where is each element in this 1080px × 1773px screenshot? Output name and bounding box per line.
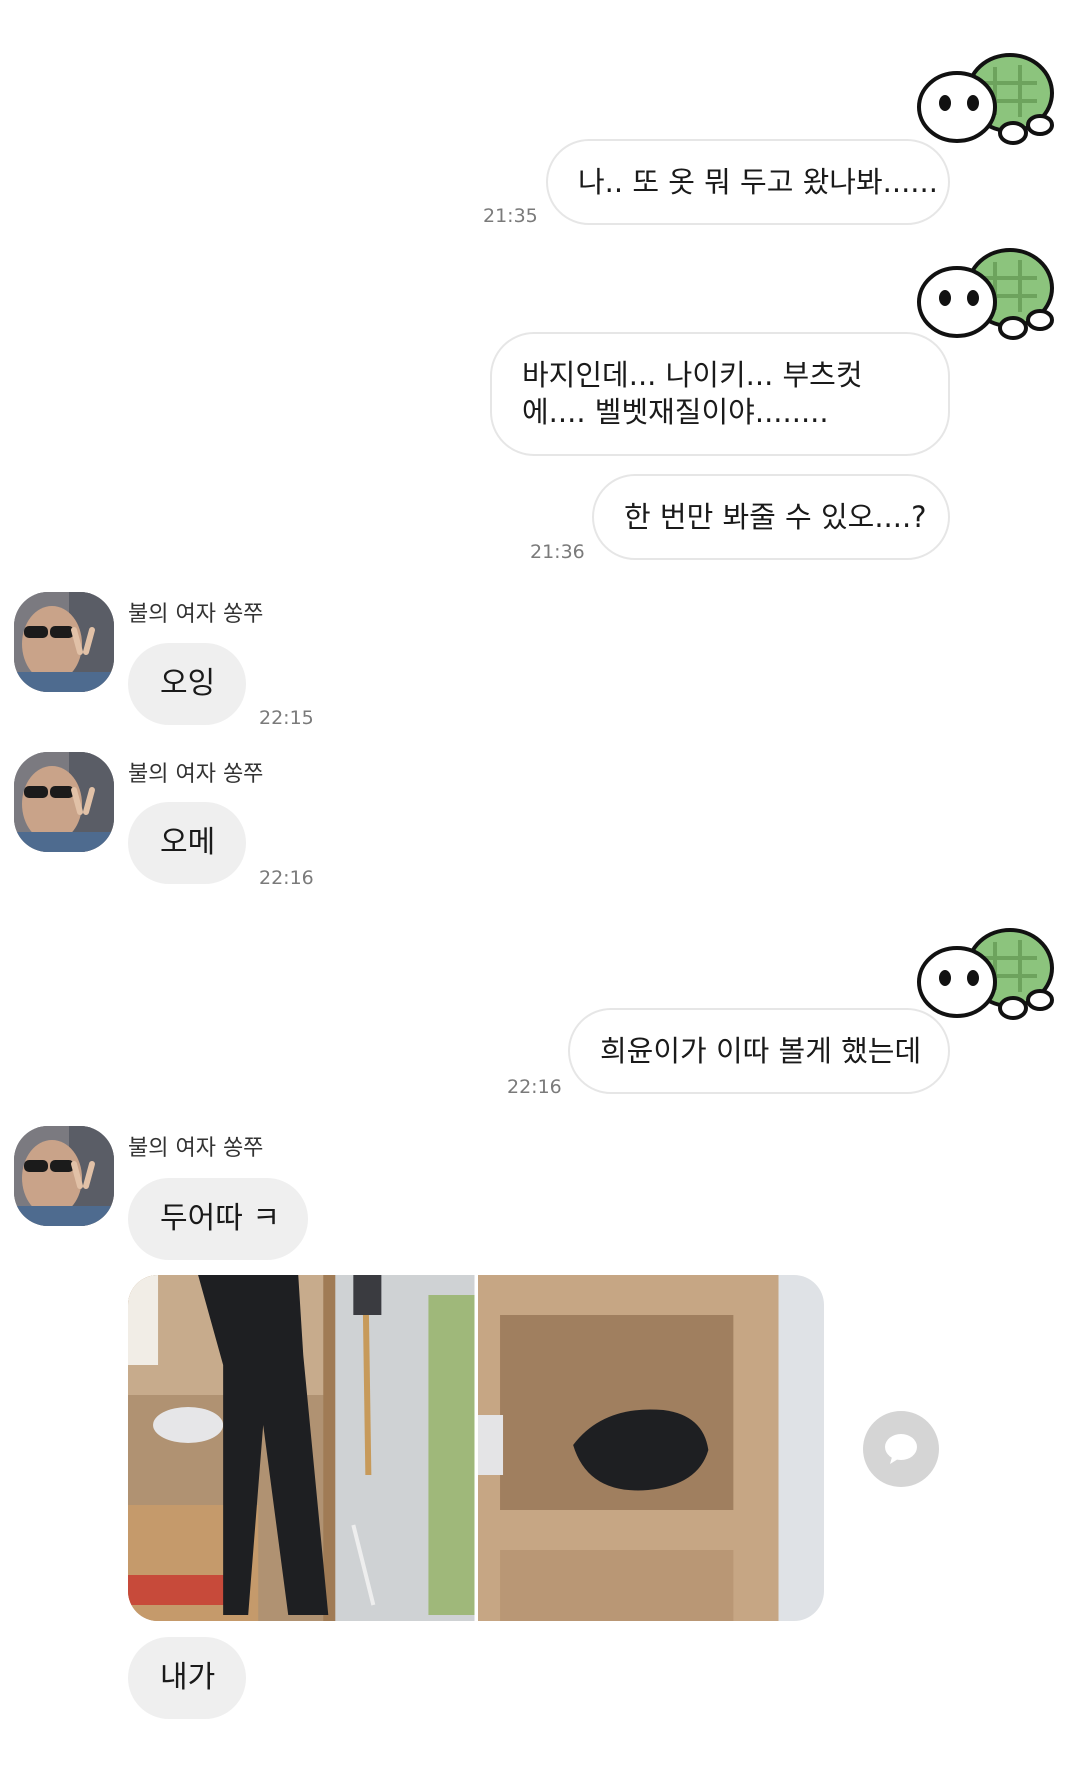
- message-bubble-outgoing[interactable]: 희윤이가 이따 볼게 했는데: [568, 1008, 950, 1094]
- message-text: 희윤이가 이따 볼게 했는데: [600, 1033, 922, 1068]
- message-text: 오메: [160, 825, 216, 860]
- message-time: 22:15: [259, 707, 314, 729]
- turtle-avatar-icon: [917, 53, 1054, 145]
- message-time: 21:36: [530, 541, 585, 563]
- message-bubble-outgoing[interactable]: 바지인데... 나이키... 부츠컷에.... 벨벳재질이야........: [490, 332, 950, 456]
- message-bubble-incoming[interactable]: 오잉: [128, 643, 246, 725]
- reply-button[interactable]: [863, 1411, 939, 1487]
- sender-name: 불의 여자 쏭쭈: [128, 602, 264, 627]
- photo-pants-in-shelf[interactable]: [477, 1275, 824, 1621]
- message-text: 한 번만 봐줄 수 있오....?: [624, 499, 927, 534]
- contact-avatar[interactable]: [14, 1126, 114, 1226]
- turtle-avatar-icon: [917, 248, 1054, 340]
- message-text: 내가: [160, 1660, 216, 1695]
- turtle-avatar-icon: [917, 928, 1054, 1020]
- message-time: 22:16: [259, 867, 314, 889]
- sender-name: 불의 여자 쏭쭈: [128, 762, 264, 787]
- message-text: 바지인데... 나이키... 부츠컷에.... 벨벳재질이야........: [522, 358, 863, 429]
- photo-pants-hanging[interactable]: [128, 1275, 475, 1621]
- message-bubble-incoming[interactable]: 내가: [128, 1637, 246, 1719]
- message-bubble-outgoing[interactable]: 나.. 또 옷 뭐 두고 왔나봐......: [546, 139, 950, 225]
- message-bubble-incoming[interactable]: 두어따 ㅋ: [128, 1178, 308, 1260]
- message-time: 21:35: [483, 205, 538, 227]
- message-text: 오잉: [160, 666, 216, 701]
- contact-avatar[interactable]: [14, 752, 114, 852]
- message-time: 22:16: [507, 1076, 562, 1098]
- contact-avatar[interactable]: [14, 592, 114, 692]
- message-bubble-outgoing[interactable]: 한 번만 봐줄 수 있오....?: [592, 474, 950, 560]
- speech-bubble-icon: [885, 1434, 917, 1464]
- message-text: 나.. 또 옷 뭐 두고 왔나봐......: [578, 164, 938, 199]
- message-bubble-incoming[interactable]: 오메: [128, 802, 246, 884]
- message-text: 두어따 ㅋ: [160, 1201, 280, 1236]
- photo-message[interactable]: [128, 1275, 824, 1621]
- sender-name: 불의 여자 쏭쭈: [128, 1136, 264, 1161]
